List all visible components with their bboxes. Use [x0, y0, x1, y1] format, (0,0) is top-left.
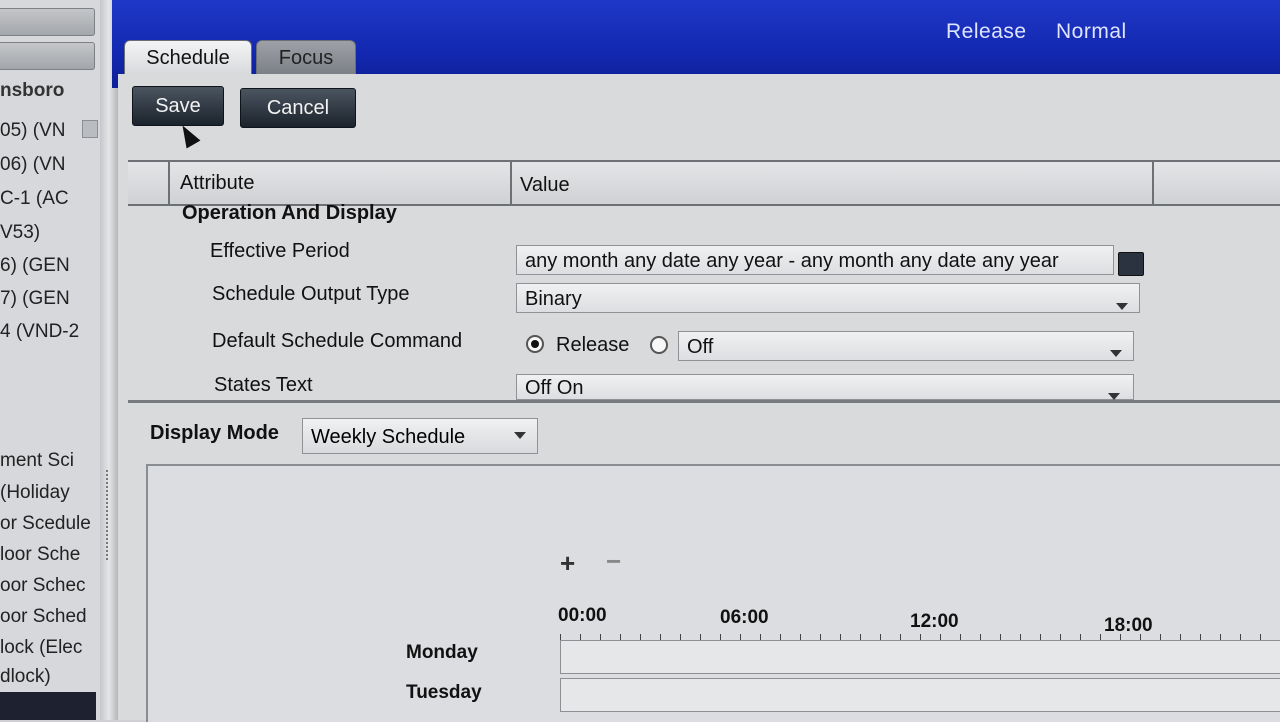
- tree-item[interactable]: lock (Elec: [0, 637, 98, 659]
- tree-item[interactable]: ment Sci: [0, 450, 98, 472]
- column-divider[interactable]: [510, 162, 512, 204]
- section-divider[interactable]: [128, 400, 1280, 403]
- tree-item[interactable]: 06) (VN: [0, 154, 98, 176]
- day-label-monday: Monday: [406, 642, 478, 663]
- radio-release-label[interactable]: Release: [556, 334, 629, 357]
- day-row-monday[interactable]: [560, 640, 1280, 674]
- time-label: 00:00: [558, 605, 607, 626]
- column-header-value[interactable]: Value: [520, 174, 570, 197]
- display-mode-select[interactable]: Weekly Schedule: [302, 418, 538, 454]
- chevron-down-icon[interactable]: [1116, 303, 1128, 310]
- tree-footer: [0, 692, 96, 720]
- navigation-tree: nsboro 05) (VN 06) (VN C-1 (AC V53) 6) (…: [0, 0, 102, 720]
- attribute-grid-header: Attribute Value: [128, 160, 1280, 206]
- tree-item[interactable]: (Holiday: [0, 482, 98, 504]
- radio-release[interactable]: [526, 335, 544, 353]
- time-label: 12:00: [910, 611, 959, 632]
- tree-item[interactable]: 4 (VND-2: [0, 321, 98, 343]
- time-label: 06:00: [720, 607, 769, 628]
- display-mode-label: Display Mode: [150, 422, 279, 444]
- row-label-schedule-output-type: Schedule Output Type: [212, 283, 410, 305]
- tree-item[interactable]: 05) (VN: [0, 120, 98, 142]
- tree-toolbar-button-1[interactable]: [0, 8, 95, 36]
- chevron-down-icon[interactable]: [1110, 350, 1122, 357]
- tree-item[interactable]: or Scedule: [0, 513, 98, 535]
- tree-item[interactable]: 7) (GEN: [0, 288, 98, 310]
- group-operation-and-display[interactable]: Operation And Display: [182, 202, 397, 225]
- effective-period-field[interactable]: any month any date any year - any month …: [516, 245, 1114, 275]
- tree-item[interactable]: dlock): [0, 666, 98, 688]
- row-label-states-text: States Text: [214, 374, 313, 396]
- status-release: Release: [946, 20, 1027, 43]
- save-button[interactable]: Save: [132, 86, 224, 126]
- tab-schedule[interactable]: Schedule: [124, 40, 252, 75]
- column-divider[interactable]: [168, 162, 170, 204]
- splitter-grip-icon[interactable]: [106, 470, 112, 560]
- radio-off[interactable]: [650, 336, 668, 354]
- chevron-down-icon[interactable]: [1108, 393, 1120, 400]
- pane-splitter[interactable]: [100, 0, 118, 720]
- default-command-off-select[interactable]: Off: [678, 331, 1134, 361]
- zoom-in-button[interactable]: +: [560, 548, 575, 579]
- cancel-button[interactable]: Cancel: [240, 88, 356, 128]
- column-header-attribute[interactable]: Attribute: [180, 172, 254, 195]
- tree-item[interactable]: C-1 (AC: [0, 188, 98, 210]
- column-divider[interactable]: [1152, 162, 1154, 204]
- tree-item[interactable]: nsboro: [0, 80, 98, 102]
- status-normal: Normal: [1056, 20, 1127, 43]
- schedule-output-type-select[interactable]: Binary: [516, 283, 1140, 313]
- tree-item[interactable]: 6) (GEN: [0, 255, 98, 277]
- tab-focus[interactable]: Focus: [256, 40, 356, 75]
- display-mode-value: Weekly Schedule: [311, 426, 466, 448]
- effective-period-edit-button[interactable]: [1118, 252, 1144, 276]
- zoom-out-button[interactable]: −: [606, 546, 621, 577]
- row-label-effective-period: Effective Period: [210, 240, 350, 262]
- tree-item[interactable]: loor Sche: [0, 544, 98, 566]
- day-label-tuesday: Tuesday: [406, 682, 482, 703]
- chevron-down-icon[interactable]: [514, 432, 526, 439]
- day-row-tuesday[interactable]: [560, 678, 1280, 712]
- states-text-select[interactable]: Off On: [516, 374, 1134, 400]
- tree-item[interactable]: oor Schec: [0, 575, 98, 597]
- tree-toolbar-button-2[interactable]: [0, 42, 95, 70]
- tree-item[interactable]: oor Sched: [0, 606, 98, 628]
- row-label-default-schedule-command: Default Schedule Command: [212, 330, 463, 352]
- tree-item[interactable]: V53): [0, 222, 98, 244]
